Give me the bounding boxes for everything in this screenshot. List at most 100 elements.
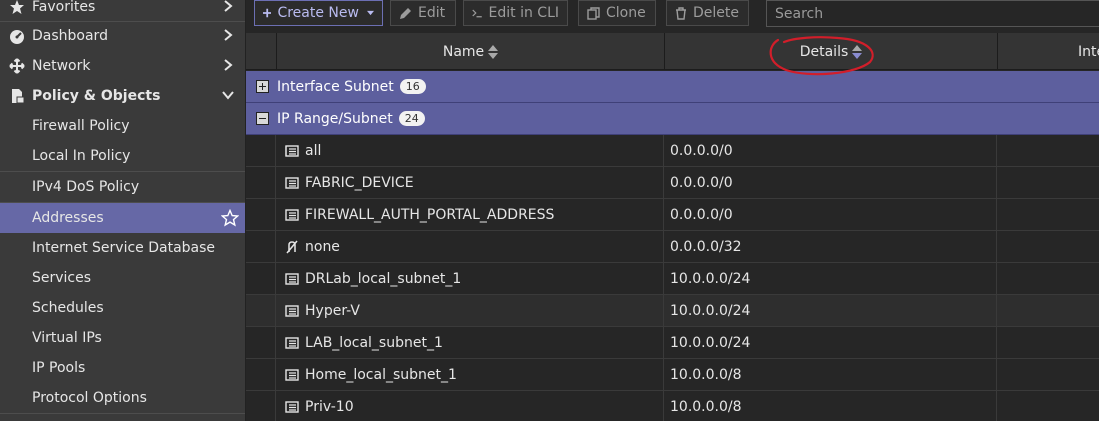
expand-icon[interactable] — [256, 80, 269, 93]
sidebar-item-label: Virtual IPs — [32, 330, 102, 346]
sidebar-item-virtual-ips[interactable]: Virtual IPs — [0, 323, 245, 353]
favorite-star-icon[interactable] — [221, 209, 239, 227]
address-name: all — [305, 143, 322, 159]
delete-label: Delete — [693, 5, 739, 21]
plus-icon — [263, 8, 272, 18]
sidebar-item-addresses[interactable]: Addresses — [0, 203, 245, 233]
details-cell: 10.0.0.0/24 — [664, 295, 997, 327]
details-cell: 10.0.0.0/24 — [664, 327, 997, 359]
name-cell: FABRIC_DEVICE — [276, 167, 664, 199]
edit-in-cli-button[interactable]: Edit in CLI — [463, 0, 568, 26]
details-cell: 10.0.0.0/8 — [664, 391, 997, 421]
toolbar: Create New Edit Edit in CLI Clone Delete — [246, 0, 1099, 28]
address-icon — [285, 177, 299, 189]
address-name: FABRIC_DEVICE — [305, 175, 414, 191]
sidebar-item-internet-service-database[interactable]: Internet Service Database — [0, 233, 245, 263]
column-header-interface[interactable]: Inte — [997, 33, 1099, 70]
group-header-ip-range-subnet[interactable]: IP Range/Subnet 24 — [246, 103, 1099, 135]
address-name: none — [305, 239, 340, 255]
sidebar-item-protocol-options[interactable]: Protocol Options — [0, 383, 245, 413]
group-label: IP Range/Subnet — [277, 110, 393, 127]
star-icon — [8, 0, 26, 15]
sidebar-item-policy-objects[interactable]: Policy & Objects — [0, 81, 245, 111]
row-select-cell[interactable] — [246, 231, 276, 263]
group-header-interface-subnet[interactable]: Interface Subnet 16 — [246, 71, 1099, 103]
column-header-name[interactable]: Name — [276, 33, 664, 70]
details-cell: 0.0.0.0/32 — [664, 231, 997, 263]
sidebar-item-ipv4-dos-policy[interactable]: IPv4 DoS Policy — [0, 172, 245, 202]
dashboard-icon — [8, 28, 26, 44]
table-row[interactable]: Home_local_subnet_1 10.0.0.0/8 — [246, 359, 1099, 391]
group-count-badge: 16 — [399, 79, 426, 94]
group-label: Interface Subnet — [277, 78, 394, 95]
row-select-cell[interactable] — [246, 263, 276, 295]
row-select-cell[interactable] — [246, 199, 276, 231]
table-row[interactable]: Priv-10 10.0.0.0/8 — [246, 391, 1099, 421]
sidebar-item-label: Internet Service Database — [32, 240, 216, 256]
name-cell: all — [276, 135, 664, 167]
delete-button[interactable]: Delete — [666, 0, 749, 26]
address-name: FIREWALL_AUTH_PORTAL_ADDRESS — [305, 207, 555, 223]
sidebar-item-label: Addresses — [32, 210, 104, 226]
details-cell: 0.0.0.0/0 — [664, 167, 997, 199]
row-select-cell[interactable] — [246, 135, 276, 167]
address-icon — [285, 305, 299, 317]
row-select-cell[interactable] — [246, 359, 276, 391]
row-select-cell[interactable] — [246, 391, 276, 421]
table-row[interactable]: Hyper-V 10.0.0.0/24 — [246, 295, 1099, 327]
name-cell: FIREWALL_AUTH_PORTAL_ADDRESS — [276, 199, 664, 231]
sidebar-item-services[interactable]: Services — [0, 263, 245, 293]
address-icon — [285, 209, 299, 221]
chevron-right-icon — [224, 59, 233, 71]
column-header-label: Inte — [1078, 43, 1099, 60]
sidebar-item-favorites[interactable]: Favorites — [0, 0, 245, 22]
table-row[interactable]: FABRIC_DEVICE 0.0.0.0/0 — [246, 167, 1099, 199]
addresses-table: Name Details Inte Interface Subnet 16 IP… — [246, 33, 1099, 421]
sidebar-item-label: Protocol Options — [32, 390, 147, 406]
pencil-icon — [400, 7, 411, 19]
sort-icon — [488, 44, 499, 59]
edit-in-cli-label: Edit in CLI — [488, 5, 559, 21]
sidebar-item-firewall-policy[interactable]: Firewall Policy — [0, 111, 245, 141]
table-row[interactable]: DRLab_local_subnet_1 10.0.0.0/24 — [246, 263, 1099, 295]
name-cell: LAB_local_subnet_1 — [276, 327, 664, 359]
sidebar-item-label: Firewall Policy — [32, 118, 130, 134]
sidebar-item-dashboard[interactable]: Dashboard — [0, 21, 245, 51]
name-cell: Hyper-V — [276, 295, 664, 327]
sidebar-item-label: IPv4 DoS Policy — [32, 179, 140, 195]
row-select-cell[interactable] — [246, 327, 276, 359]
caret-down-icon — [366, 10, 374, 16]
address-name: Home_local_subnet_1 — [305, 367, 457, 383]
sidebar-item-local-in-policy[interactable]: Local In Policy — [0, 141, 245, 171]
chevron-right-icon — [224, 29, 233, 41]
details-cell: 10.0.0.0/24 — [664, 263, 997, 295]
address-icon — [285, 337, 299, 349]
clone-icon — [587, 6, 600, 20]
sidebar: Favorites Dashboard Network Policy & Obj… — [0, 0, 246, 421]
collapse-icon[interactable] — [256, 112, 269, 125]
policy-icon — [8, 88, 26, 104]
create-new-button[interactable]: Create New — [254, 0, 383, 26]
sidebar-item-schedules[interactable]: Schedules — [0, 293, 245, 323]
name-cell: DRLab_local_subnet_1 — [276, 263, 664, 295]
row-select-cell[interactable] — [246, 167, 276, 199]
name-cell: none — [276, 231, 664, 263]
table-row[interactable]: FIREWALL_AUTH_PORTAL_ADDRESS 0.0.0.0/0 — [246, 199, 1099, 231]
column-header-label: Name — [442, 43, 485, 60]
name-cell: Home_local_subnet_1 — [276, 359, 664, 391]
search-input[interactable] — [766, 0, 1099, 27]
clone-button[interactable]: Clone — [578, 0, 656, 26]
row-select-cell[interactable] — [246, 295, 276, 327]
network-icon — [8, 58, 26, 74]
table-row[interactable]: none 0.0.0.0/32 — [246, 231, 1099, 263]
sidebar-item-network[interactable]: Network — [0, 51, 245, 81]
column-header-details[interactable]: Details — [664, 33, 997, 70]
sidebar-item-label: Favorites — [32, 0, 96, 15]
sidebar-item-ip-pools[interactable]: IP Pools — [0, 353, 245, 383]
table-row[interactable]: LAB_local_subnet_1 10.0.0.0/24 — [246, 327, 1099, 359]
sidebar-item-label: IP Pools — [32, 360, 86, 376]
table-row[interactable]: all 0.0.0.0/0 — [246, 135, 1099, 167]
sidebar-item-label: Local In Policy — [32, 148, 131, 164]
edit-button[interactable]: Edit — [390, 0, 456, 26]
edit-label: Edit — [418, 5, 446, 21]
